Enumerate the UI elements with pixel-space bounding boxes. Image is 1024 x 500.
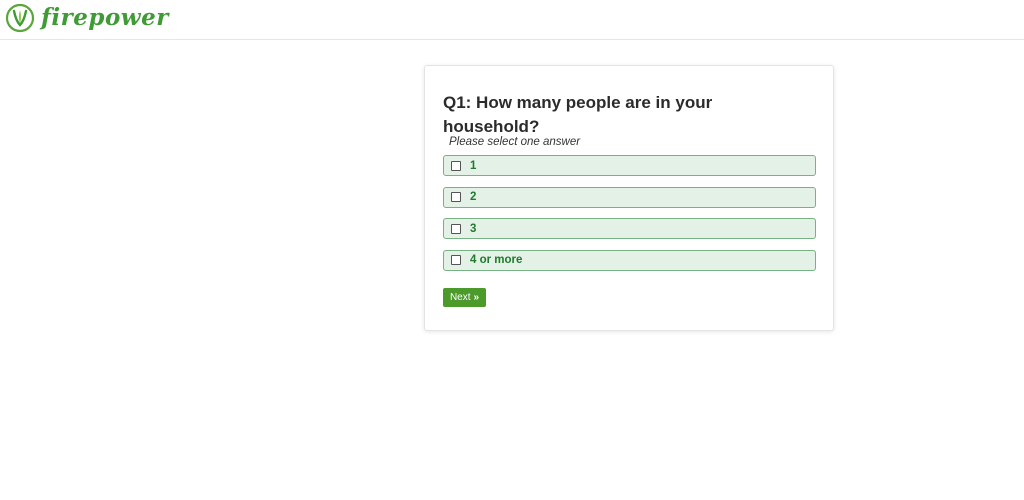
answer-option-1[interactable]: 1 [443,155,816,176]
double-chevron-right-icon: » [473,292,480,303]
answer-option-label: 1 [470,159,477,172]
question-instruction: Please select one answer [449,136,581,148]
answer-option-2[interactable]: 2 [443,186,816,208]
header-bar: firepower [0,0,1024,40]
checkbox[interactable] [451,255,461,265]
question-title: Q1: How many people are in your househol… [443,93,713,136]
question-card: Q1: How many people are in your househol… [424,65,834,331]
checkbox[interactable] [451,223,461,234]
checkbox[interactable] [451,192,461,202]
answer-option-label: 3 [470,222,477,235]
answer-option-4-or-more[interactable]: 4 or more [443,249,816,271]
checkbox[interactable] [451,160,461,171]
next-button-label: Next [449,292,471,303]
answer-options: 1 2 3 4 or more [443,155,816,281]
answer-option-label: 2 [470,191,477,203]
answer-option-3[interactable]: 3 [443,218,816,239]
logo[interactable]: firepower [5,3,169,33]
leaf-v-icon [5,3,35,33]
answer-option-label: 4 or more [470,254,523,266]
next-button[interactable]: Next » [443,288,486,307]
logo-text: firepower [41,4,169,31]
